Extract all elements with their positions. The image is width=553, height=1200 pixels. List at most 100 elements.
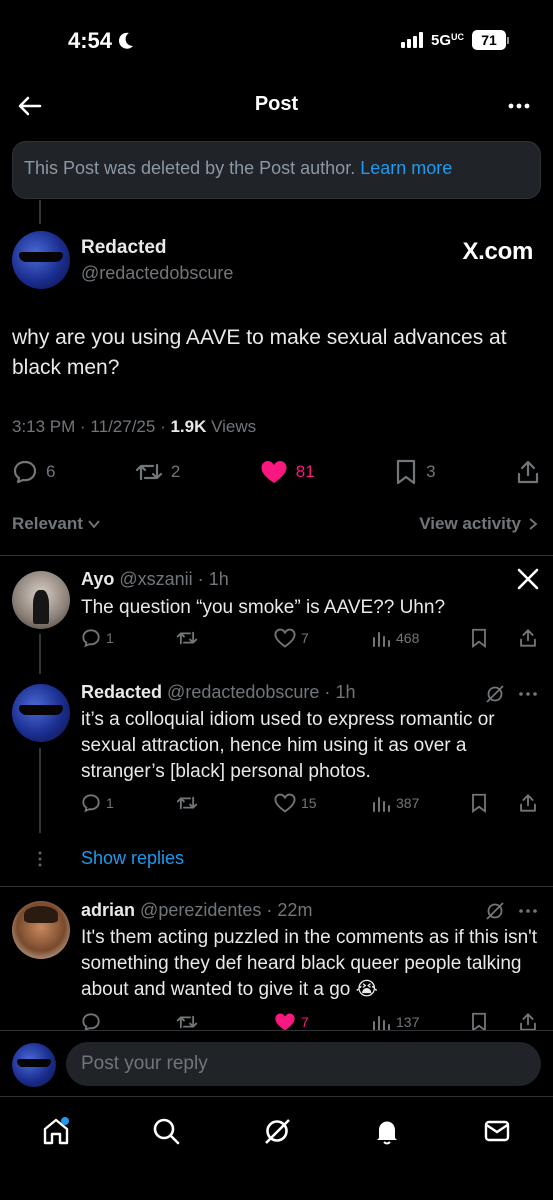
- view-activity-label: View activity: [419, 514, 521, 533]
- reply-avatar[interactable]: [12, 901, 70, 959]
- reply-count: 1: [106, 795, 114, 811]
- deleted-post-notice: This Post was deleted by the Post author…: [12, 141, 541, 199]
- views-button[interactable]: 468: [371, 628, 419, 648]
- reply-button[interactable]: [81, 1012, 101, 1032]
- bookmark-count: 3: [426, 462, 436, 481]
- repost-button[interactable]: [176, 628, 198, 648]
- bookmark-button[interactable]: [470, 793, 488, 813]
- reply-text: It's them acting puzzled in the comments…: [81, 927, 538, 1000]
- reply-button[interactable]: 1: [81, 628, 114, 648]
- reply-input[interactable]: [66, 1042, 541, 1086]
- share-icon: [520, 1013, 536, 1031]
- reply-author-name[interactable]: adrian: [81, 900, 135, 920]
- more-icon[interactable]: [517, 684, 539, 704]
- tab-notifications[interactable]: [363, 1111, 411, 1151]
- tab-messages[interactable]: [473, 1111, 521, 1151]
- reply-author-handle[interactable]: @xszanii: [119, 569, 192, 589]
- like-button[interactable]: 81: [260, 459, 315, 485]
- post-text: why are you using AAVE to make sexual ad…: [12, 326, 507, 379]
- top-navigation: Post: [0, 80, 553, 132]
- divider: [0, 886, 553, 887]
- analytics-icon: [373, 797, 390, 812]
- reply-avatar[interactable]: [12, 684, 70, 742]
- reply-composer: [0, 1030, 553, 1096]
- bookmark-button[interactable]: [470, 1012, 488, 1032]
- reply-author-handle[interactable]: @perezidentes: [140, 900, 261, 920]
- repost-button[interactable]: [176, 793, 198, 813]
- heart-icon: [274, 793, 296, 813]
- reply-age: 1h: [208, 569, 229, 589]
- moon-icon: [119, 32, 134, 49]
- xcom-watermark: X.com: [462, 238, 533, 265]
- battery-icon: 71: [472, 30, 509, 50]
- repost-button[interactable]: 2: [135, 459, 180, 485]
- analytics-icon: [373, 632, 390, 647]
- reply-actions: 1 7 468: [81, 628, 541, 652]
- divider: [0, 555, 553, 556]
- status-bar: 4:54 5GUC 71: [0, 0, 553, 80]
- avatar[interactable]: [12, 231, 70, 289]
- like-button[interactable]: 7: [274, 1012, 309, 1032]
- views-button[interactable]: 387: [371, 793, 419, 813]
- reply-author-name[interactable]: Redacted: [81, 682, 162, 702]
- share-icon: [517, 460, 539, 484]
- thread-connector: [39, 200, 41, 224]
- chevron-down-icon: [88, 520, 100, 529]
- share-button[interactable]: [518, 1012, 538, 1032]
- tab-search[interactable]: [142, 1111, 190, 1151]
- status-time: 4:54: [68, 28, 134, 54]
- repost-button[interactable]: [176, 1012, 198, 1032]
- reply-avatar[interactable]: [12, 571, 70, 629]
- like-button[interactable]: 7: [274, 628, 309, 648]
- battery-level: 71: [472, 30, 506, 50]
- reply-text: it’s a colloquial idiom used to express …: [81, 709, 495, 782]
- view-activity-link[interactable]: View activity: [419, 514, 539, 534]
- views-button[interactable]: 137: [371, 1012, 419, 1032]
- heart-filled-icon: [275, 1013, 295, 1031]
- grok-icon[interactable]: [485, 684, 505, 704]
- share-button[interactable]: [518, 628, 538, 648]
- share-icon: [520, 794, 536, 812]
- reply-author-name[interactable]: Ayo: [81, 569, 114, 589]
- like-count: 81: [295, 462, 315, 481]
- reply-button[interactable]: 1: [81, 793, 114, 813]
- heart-filled-icon: [261, 461, 287, 483]
- bookmark-button[interactable]: [470, 628, 488, 648]
- reply-icon: [82, 1013, 100, 1032]
- tab-home[interactable]: [32, 1111, 80, 1151]
- like-button[interactable]: 15: [274, 793, 317, 813]
- learn-more-link[interactable]: Learn more: [360, 158, 452, 178]
- bookmark-icon: [472, 1012, 486, 1032]
- sort-label: Relevant: [12, 514, 83, 533]
- reply-count: 1: [106, 630, 114, 646]
- like-count: 15: [301, 795, 317, 811]
- grok-icon[interactable]: [485, 901, 505, 921]
- sort-relevant-dropdown[interactable]: Relevant: [12, 514, 101, 534]
- x-logo-icon: [517, 568, 539, 590]
- chevron-right-icon: [529, 518, 538, 530]
- bookmark-icon: [472, 793, 486, 813]
- deleted-notice-text: This Post was deleted by the Post author…: [24, 158, 356, 178]
- more-icon[interactable]: [517, 901, 539, 921]
- bookmark-button[interactable]: 3: [394, 459, 436, 485]
- bookmark-icon: [472, 628, 486, 648]
- reply-text: The question “you smoke” is AAVE?? Uhn?: [81, 597, 446, 618]
- view-count: 468: [396, 630, 420, 646]
- more-options-button[interactable]: [505, 92, 535, 120]
- avatar: [12, 1043, 56, 1087]
- author-name[interactable]: Redacted: [81, 237, 167, 259]
- share-button[interactable]: [515, 459, 541, 485]
- reply-actions: 7 137: [81, 1012, 541, 1032]
- share-button[interactable]: [518, 793, 538, 813]
- author-handle[interactable]: @redactedobscure: [81, 263, 233, 284]
- reply-age: 1h: [335, 682, 356, 702]
- show-replies-link[interactable]: Show replies: [81, 848, 184, 869]
- reply-author-handle[interactable]: @redactedobscure: [167, 682, 319, 702]
- like-count: 7: [301, 1014, 309, 1030]
- tab-grok[interactable]: [253, 1111, 301, 1151]
- repost-icon: [176, 796, 198, 810]
- reply-button[interactable]: 6: [12, 459, 55, 485]
- repost-count: 2: [170, 462, 181, 481]
- analytics-icon: [373, 1016, 390, 1031]
- more-icon: [508, 103, 530, 109]
